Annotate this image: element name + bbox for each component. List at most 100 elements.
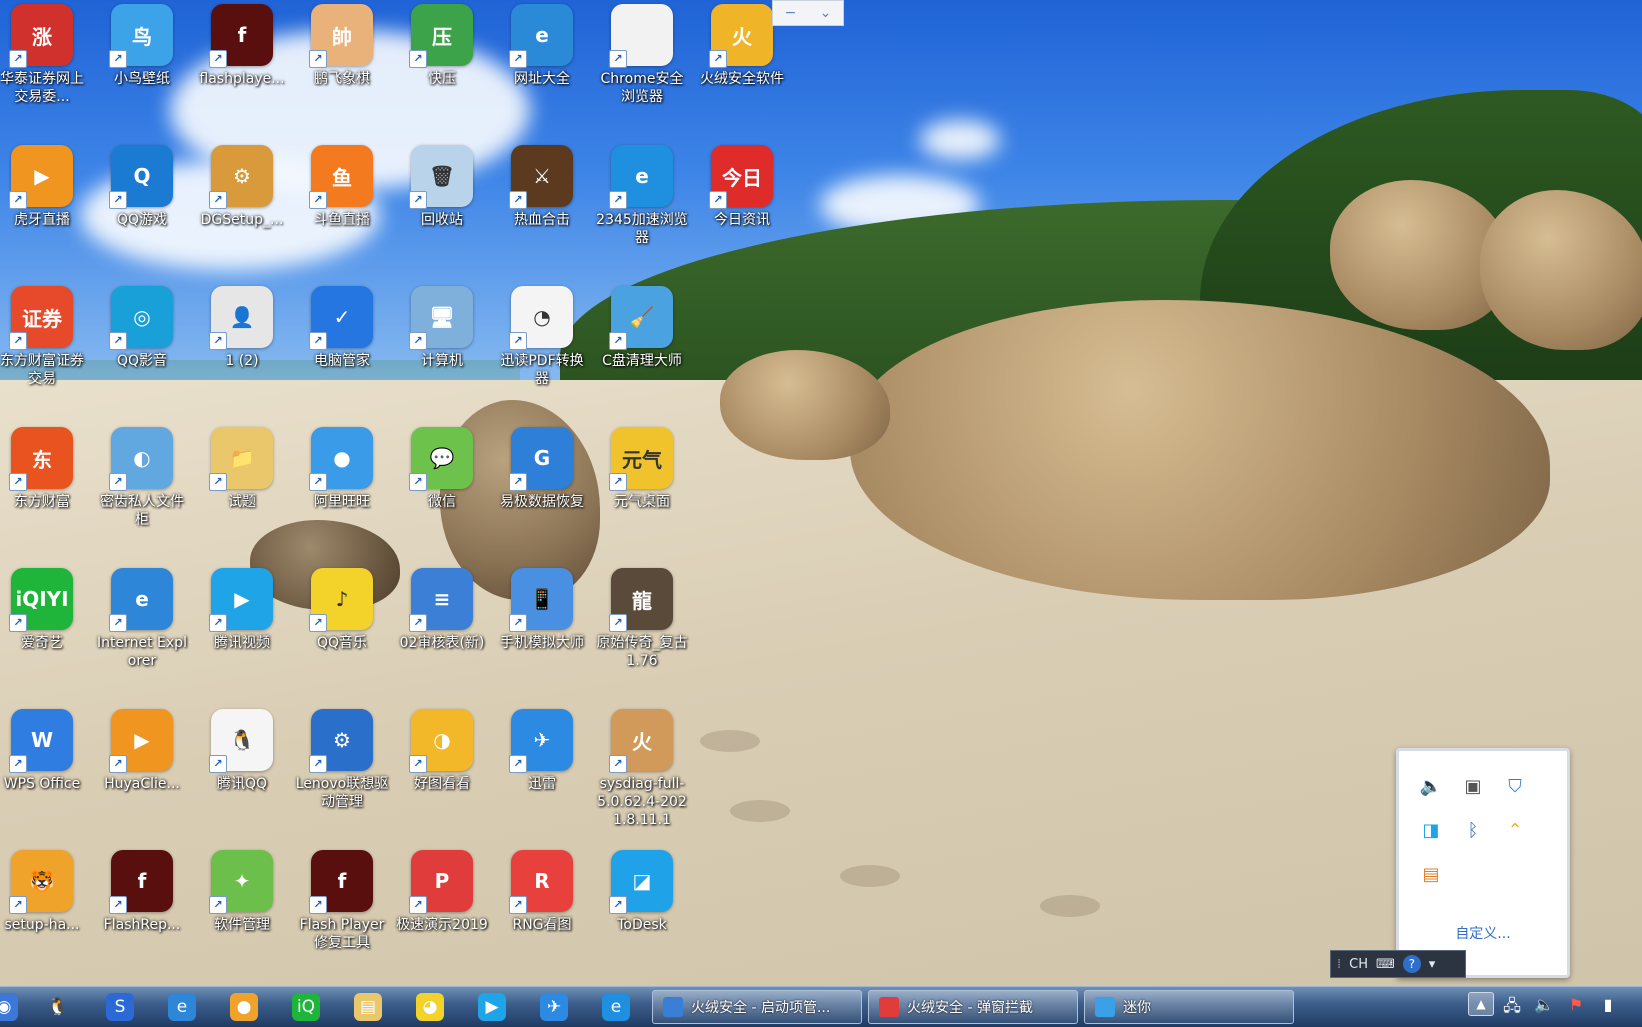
display-icon[interactable]: ▣: [1461, 775, 1485, 799]
desktop-icon[interactable]: ◪ ↗ ToDesk: [592, 846, 692, 934]
game-icon[interactable]: ⚔ ↗: [509, 145, 573, 209]
ie-taskbar-icon[interactable]: e: [168, 993, 196, 1021]
desktop-icon[interactable]: 📁 ↗ 试题: [192, 423, 292, 511]
bluetooth-icon[interactable]: ᛒ: [1461, 819, 1485, 843]
desktop-icon[interactable]: 🗑 ↗ 回收站: [392, 141, 492, 229]
chess-icon[interactable]: 帥 ↗: [309, 4, 373, 68]
todesk-tray-icon[interactable]: ◨: [1419, 819, 1443, 843]
desktop-icon[interactable]: e ↗ 2345加速浏览器: [592, 141, 692, 247]
xunlei-taskbar-icon[interactable]: ✈: [540, 993, 568, 1021]
private-cabinet-icon[interactable]: ◐ ↗: [109, 427, 173, 491]
chevron-down-icon[interactable]: ⌄: [820, 5, 832, 21]
qq-icon[interactable]: 🐧 ↗: [209, 709, 273, 773]
wechat-icon[interactable]: 💬 ↗: [409, 427, 473, 491]
desktop-icon[interactable]: 压 ↗ 快压: [392, 0, 492, 88]
desktop-icon[interactable]: 东 ↗ 东方财富: [0, 423, 92, 511]
language-indicator[interactable]: CH: [1349, 957, 1368, 972]
taskbar-window-button[interactable]: 迷你: [1084, 990, 1294, 1024]
customize-link[interactable]: 自定义...: [1399, 923, 1567, 943]
volume-icon[interactable]: 🔈: [1532, 995, 1556, 1014]
show-hidden-icons-icon[interactable]: ▲: [1468, 992, 1494, 1016]
desktop-icon[interactable]: f ↗ Flash Player修复工具: [292, 846, 392, 952]
yuanqi-icon[interactable]: 元气 ↗: [609, 427, 673, 491]
desktop-icon[interactable]: 🧹 ↗ C盘清理大师: [592, 282, 692, 370]
desktop-icon[interactable]: 👤 ↗ 1 (2): [192, 282, 292, 370]
desktop-icon[interactable]: W ↗ WPS Office: [0, 705, 92, 793]
desktop-icon[interactable]: G ↗ 易极数据恢复: [492, 423, 592, 511]
calendar-icon[interactable]: ▤: [1419, 863, 1443, 887]
huorong-icon[interactable]: 火 ↗: [709, 4, 773, 68]
iqiyi-taskbar-icon[interactable]: iQ: [292, 993, 320, 1021]
desktop-icon[interactable]: f ↗ flashplaye...: [192, 0, 292, 88]
desktop-icon[interactable]: 火 ↗ sysdiag-full-5.0.62.4-2021.8.11.1: [592, 705, 692, 829]
desktop-icon[interactable]: 涨 ↗ 华泰证券网上交易委...: [0, 0, 92, 106]
pdf-converter-icon[interactable]: ◔ ↗: [509, 286, 573, 350]
tencent-video-icon[interactable]: ▶ ↗: [209, 568, 273, 632]
news-icon[interactable]: 今日 ↗: [709, 145, 773, 209]
iqiyi-icon[interactable]: iQIYI ↗: [9, 568, 73, 632]
cleaner-icon[interactable]: 🧹 ↗: [609, 286, 673, 350]
legend-game-icon[interactable]: 龍 ↗: [609, 568, 673, 632]
document-icon[interactable]: ≡ ↗: [409, 568, 473, 632]
desktop-icon[interactable]: 今日 ↗ 今日资讯: [692, 141, 792, 229]
taskbar-window-button[interactable]: 火绒安全 - 弹窗拦截: [868, 990, 1078, 1024]
desktop-icon[interactable]: 🐯 ↗ setup-ha...: [0, 846, 92, 934]
desktop-icon[interactable]: ◑ ↗ 好图看看: [392, 705, 492, 793]
desktop-icon[interactable]: 元气 ↗ 元气桌面: [592, 423, 692, 511]
huya-taskbar-icon[interactable]: ●: [230, 993, 258, 1021]
desktop-icon[interactable]: ▶ ↗ 腾讯视频: [192, 564, 292, 652]
installer-icon[interactable]: 火 ↗: [609, 709, 673, 773]
pc-manager-icon[interactable]: ✓ ↗: [309, 286, 373, 350]
desktop-icon[interactable]: iQIYI ↗ 爱奇艺: [0, 564, 92, 652]
start-orb-icon[interactable]: ◉: [0, 993, 18, 1021]
desktop-icon[interactable]: 🐧 ↗ 腾讯QQ: [192, 705, 292, 793]
computer-icon[interactable]: 🖥 ↗: [409, 286, 473, 350]
desktop-icon[interactable]: f ↗ FlashRep...: [92, 846, 192, 934]
kuaiya-icon[interactable]: 压 ↗: [409, 4, 473, 68]
desktop-icon[interactable]: ⚔ ↗ 热血合击: [492, 141, 592, 229]
phone-emulator-icon[interactable]: 📱 ↗: [509, 568, 573, 632]
setup-ha-icon[interactable]: 🐯 ↗: [9, 850, 73, 914]
explorer-icon[interactable]: ▤: [354, 993, 382, 1021]
presentation-icon[interactable]: P ↗: [409, 850, 473, 914]
network-icon[interactable]: 🖧: [1500, 995, 1524, 1022]
qq-game-icon[interactable]: Q ↗: [109, 145, 173, 209]
desktop-icon[interactable]: ⚙ ↗ DGSetup_...: [192, 141, 292, 229]
language-bar[interactable]: ⁞ CH ⌨ ? ▾: [1330, 950, 1466, 978]
image-viewer-icon[interactable]: ◑ ↗: [409, 709, 473, 773]
wps-icon[interactable]: W ↗: [9, 709, 73, 773]
keyboard-icon[interactable]: ⌨: [1376, 957, 1395, 972]
action-center-icon[interactable]: ⚑: [1564, 995, 1588, 1014]
huatai-icon[interactable]: 涨 ↗: [9, 4, 73, 68]
desktop-icon[interactable]: 🖥 ↗ 计算机: [392, 282, 492, 370]
desktop-icon[interactable]: ▶ ↗ 虎牙直播: [0, 141, 92, 229]
douyu-icon[interactable]: 鱼 ↗: [309, 145, 373, 209]
desktop-icon[interactable]: e ↗ 网址大全: [492, 0, 592, 88]
eastmoney-trade-icon[interactable]: 证券 ↗: [9, 286, 73, 350]
langbar-options-icon[interactable]: ▾: [1429, 957, 1436, 972]
desktop-icon[interactable]: ◔ ↗ 迅读PDF转换器: [492, 282, 592, 388]
langbar-grip-icon[interactable]: ⁞: [1337, 957, 1341, 972]
file-icon[interactable]: ↗: [609, 4, 673, 68]
sogou-icon[interactable]: S: [106, 993, 134, 1021]
qq-music-icon[interactable]: ♪ ↗: [309, 568, 373, 632]
huya-client-icon[interactable]: ▶ ↗: [109, 709, 173, 773]
desktop-icon[interactable]: ◎ ↗ QQ影音: [92, 282, 192, 370]
software-manager-icon[interactable]: ✦ ↗: [209, 850, 273, 914]
lenovo-driver-icon[interactable]: ⚙ ↗: [309, 709, 373, 773]
minimize-icon[interactable]: −: [785, 5, 797, 21]
desktop-icon[interactable]: ✓ ↗ 电脑管家: [292, 282, 392, 370]
desktop-icon[interactable]: 鱼 ↗ 斗鱼直播: [292, 141, 392, 229]
setup-box-icon[interactable]: ⚙ ↗: [209, 145, 273, 209]
qq-music-taskbar-icon[interactable]: ◕: [416, 993, 444, 1021]
help-icon[interactable]: ?: [1402, 955, 1421, 973]
desktop-icon[interactable]: 鸟 ↗ 小鸟壁纸: [92, 0, 192, 88]
ie-icon[interactable]: e ↗: [509, 4, 573, 68]
desktop-icon[interactable]: 📱 ↗ 手机模拟大师: [492, 564, 592, 652]
desktop-icon[interactable]: 龍 ↗ 原始传奇_复古1.76: [592, 564, 692, 670]
desktop-icon[interactable]: ◐ ↗ 密齿私人文件柜: [92, 423, 192, 529]
taskbar-window-button[interactable]: 火绒安全 - 启动项管...: [652, 990, 862, 1024]
desktop-icon[interactable]: ↗ Chrome安全浏览器: [592, 0, 692, 106]
data-recovery-icon[interactable]: G ↗: [509, 427, 573, 491]
desktop-icon[interactable]: ≡ ↗ 02审核表(新): [392, 564, 492, 652]
